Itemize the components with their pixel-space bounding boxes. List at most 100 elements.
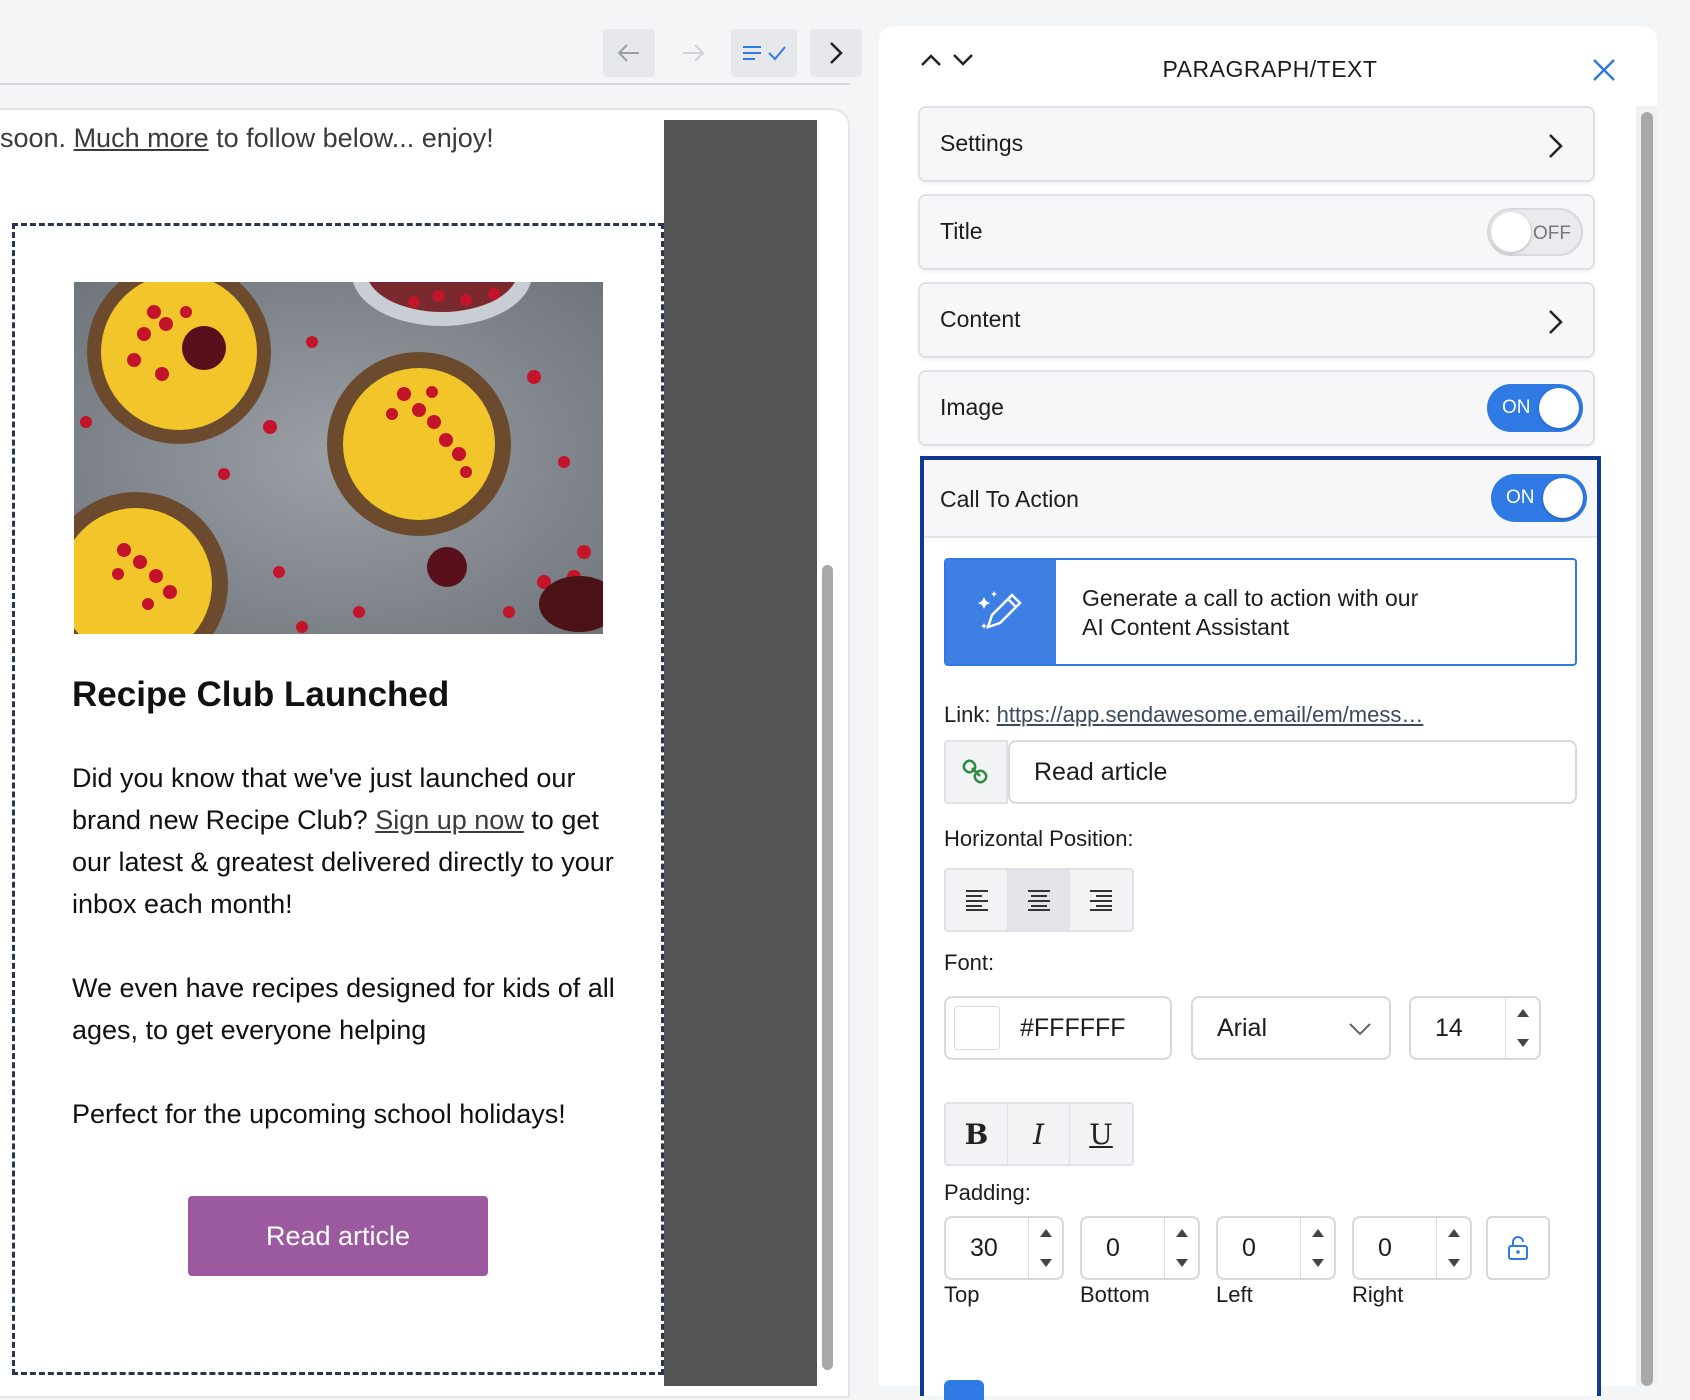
- decrement-icon[interactable]: [1516, 1039, 1529, 1047]
- stepper-arrows: [1300, 1218, 1334, 1278]
- cta-header: Call To Action ON: [924, 460, 1597, 538]
- padding-top-stepper[interactable]: 30: [944, 1216, 1064, 1280]
- font-family-value: Arial: [1217, 1014, 1268, 1042]
- magic-pencil-icon: [978, 591, 1022, 629]
- padding-top-label: Top: [944, 1282, 980, 1307]
- link-icon: [962, 759, 988, 784]
- align-right-button[interactable]: [1070, 870, 1132, 930]
- align-left-button[interactable]: [946, 870, 1008, 930]
- image-label: Image: [940, 394, 1004, 420]
- redo-button[interactable]: [667, 29, 719, 77]
- intro-prefix: soon.: [0, 123, 74, 153]
- font-size-value: 14: [1435, 1014, 1463, 1042]
- padding-right-value: 0: [1378, 1234, 1392, 1262]
- sign-up-link[interactable]: Sign up now: [375, 805, 524, 835]
- toolbar-divider: [0, 83, 850, 85]
- bold-button[interactable]: B: [946, 1104, 1008, 1164]
- link-text-input[interactable]: Read article: [1008, 740, 1577, 804]
- toggle-state: ON: [1506, 487, 1535, 508]
- next-control-partial[interactable]: [944, 1380, 984, 1400]
- padding-lock-button[interactable]: [1486, 1216, 1550, 1280]
- link-label: Link:: [944, 702, 997, 727]
- font-color-input[interactable]: #FFFFFF: [944, 996, 1172, 1060]
- padding-label: Padding:: [944, 1180, 1031, 1205]
- decrement-icon[interactable]: [1175, 1259, 1188, 1267]
- body-paragraph-1: Did you know that we've just launched ou…: [72, 757, 632, 925]
- title-label: Title: [940, 218, 983, 244]
- increment-icon[interactable]: [1516, 1009, 1529, 1017]
- link-url[interactable]: https://app.sendawesome.email/em/mess…: [997, 702, 1424, 727]
- stepper-arrows: [1436, 1218, 1470, 1278]
- decrement-icon[interactable]: [1311, 1259, 1324, 1267]
- editor-toolbar: [0, 0, 862, 86]
- block-body: Did you know that we've just launched ou…: [72, 757, 632, 1177]
- link-field: Link: https://app.sendawesome.email/em/m…: [944, 702, 1423, 728]
- link-picker-button[interactable]: [944, 740, 1008, 804]
- close-icon[interactable]: [1590, 56, 1618, 84]
- tarts-illustration: [74, 282, 603, 634]
- decrement-icon[interactable]: [1447, 1259, 1460, 1267]
- ai-icon-box: [946, 560, 1056, 664]
- increment-icon[interactable]: [1447, 1229, 1460, 1237]
- settings-row[interactable]: Settings: [918, 106, 1595, 182]
- font-label: Font:: [944, 950, 995, 975]
- canvas-scrollbar[interactable]: [822, 565, 833, 1370]
- body-paragraph-3: Perfect for the upcoming school holidays…: [72, 1099, 566, 1129]
- padding-right-label: Right: [1352, 1282, 1404, 1307]
- chevron-up-icon[interactable]: [920, 52, 942, 68]
- ai-line-2: AI Content Assistant: [1082, 614, 1290, 640]
- text-style-group: B I U: [944, 1102, 1134, 1166]
- stepper-arrows: [1505, 998, 1539, 1058]
- font-family-select[interactable]: Arial: [1191, 996, 1391, 1060]
- toggle-knob: [1539, 388, 1579, 428]
- spellcheck-icon: [743, 46, 786, 61]
- padding-left-label: Left: [1216, 1282, 1253, 1307]
- chevron-right-icon: [1549, 310, 1563, 334]
- increment-icon[interactable]: [1311, 1229, 1324, 1237]
- padding-left-stepper[interactable]: 0: [1216, 1216, 1336, 1280]
- title-toggle[interactable]: OFF: [1487, 208, 1583, 256]
- align-left-icon: [965, 890, 988, 911]
- panel-scrollbar[interactable]: [1641, 112, 1653, 1386]
- padding-bottom-label: Bottom: [1080, 1282, 1150, 1307]
- italic-button[interactable]: I: [1008, 1104, 1070, 1164]
- image-row: Image ON: [918, 370, 1595, 446]
- chevron-right-icon: [1549, 134, 1563, 158]
- image-toggle[interactable]: ON: [1487, 384, 1583, 432]
- next-button[interactable]: [810, 29, 862, 77]
- cta-toggle[interactable]: ON: [1491, 474, 1587, 522]
- body-paragraph-2: We even have recipes designed for kids o…: [72, 973, 615, 1045]
- toggle-knob: [1491, 212, 1531, 252]
- padding-right-stepper[interactable]: 0: [1352, 1216, 1472, 1280]
- horizontal-position-group: [944, 868, 1134, 932]
- padding-left-value: 0: [1242, 1234, 1256, 1262]
- ai-assistant-text: Generate a call to action with our AI Co…: [1082, 584, 1418, 642]
- recipe-image[interactable]: [74, 282, 603, 634]
- panel-title: PARAGRAPH/TEXT: [1162, 56, 1378, 82]
- cta-section: Call To Action ON Generate a call to act…: [920, 456, 1601, 1400]
- align-center-button[interactable]: [1008, 870, 1070, 930]
- toggle-state: ON: [1502, 397, 1531, 418]
- unlock-icon: [1508, 1236, 1528, 1260]
- chevron-right-icon: [830, 42, 843, 64]
- settings-label: Settings: [940, 130, 1024, 156]
- read-article-button[interactable]: Read article: [188, 1196, 488, 1276]
- content-row[interactable]: Content: [918, 282, 1595, 358]
- underline-button[interactable]: U: [1070, 1104, 1132, 1164]
- content-label: Content: [940, 306, 1021, 332]
- spellcheck-button[interactable]: [731, 29, 797, 77]
- chevron-down-icon[interactable]: [952, 52, 974, 68]
- align-right-icon: [1090, 890, 1112, 911]
- increment-icon[interactable]: [1175, 1229, 1188, 1237]
- padding-bottom-stepper[interactable]: 0: [1080, 1216, 1200, 1280]
- color-swatch[interactable]: [954, 1006, 1000, 1050]
- much-more-link[interactable]: Much more: [74, 123, 209, 153]
- ai-assistant-button[interactable]: Generate a call to action with our AI Co…: [944, 558, 1577, 666]
- align-center-icon: [1027, 890, 1050, 911]
- increment-icon[interactable]: [1039, 1229, 1052, 1237]
- chevron-down-icon: [1349, 1023, 1371, 1036]
- undo-button[interactable]: [603, 29, 655, 77]
- font-size-stepper[interactable]: 14: [1409, 996, 1541, 1060]
- decrement-icon[interactable]: [1039, 1259, 1052, 1267]
- padding-top-value: 30: [970, 1234, 998, 1262]
